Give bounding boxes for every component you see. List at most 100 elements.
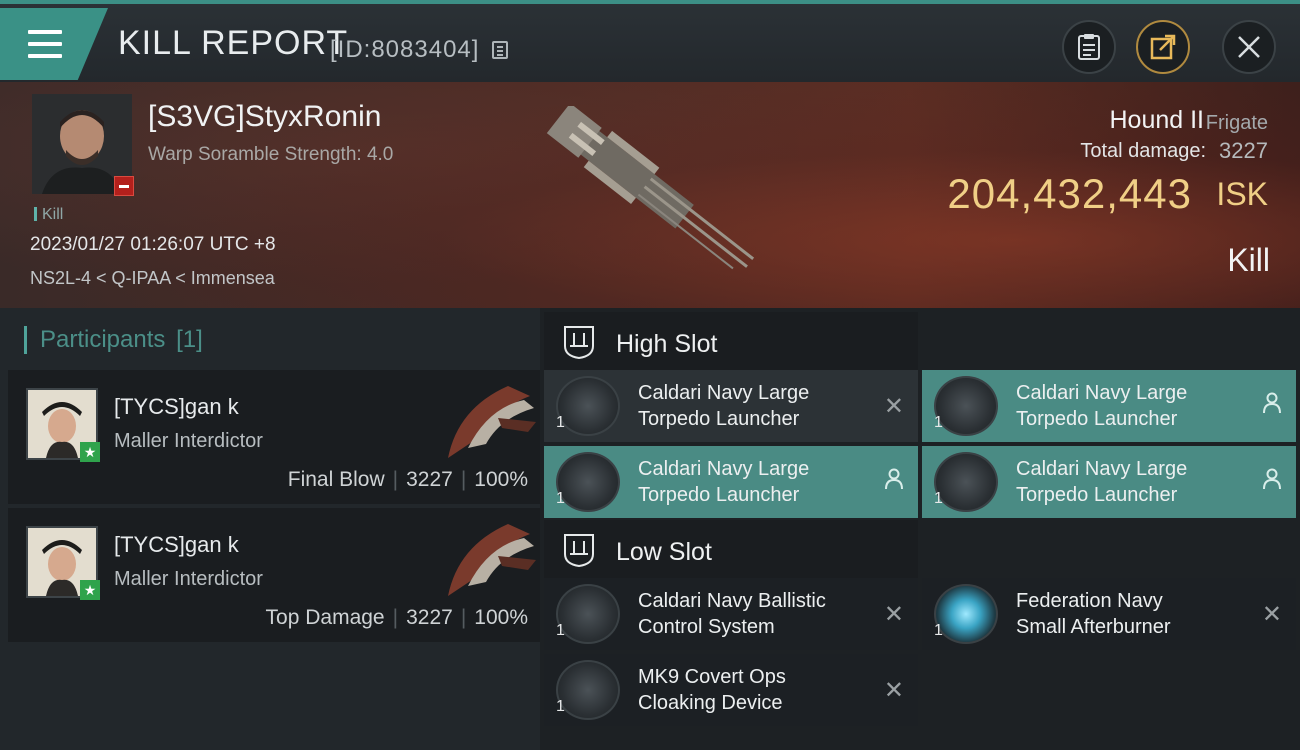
slot-item[interactable]: 1 MK9 Covert Ops Cloaking Device ✕ (544, 654, 918, 726)
item-quantity: 1 (934, 622, 943, 639)
item-name-line2: Torpedo Launcher (638, 484, 800, 506)
copy-icon[interactable] (492, 41, 508, 59)
item-quantity: 1 (556, 622, 565, 639)
separator: | (392, 468, 399, 491)
star-icon: ★ (80, 442, 100, 462)
isk-unit: ISK (1216, 176, 1268, 212)
participant-percent: 100% (474, 606, 528, 629)
total-damage-value: 3227 (1219, 138, 1268, 163)
dropped-icon (1263, 468, 1281, 490)
slot-item[interactable]: 1 Federation Navy Small Afterburner ✕ (922, 578, 1296, 650)
close-button[interactable] (1222, 20, 1276, 74)
participant-ship-image (448, 386, 536, 458)
destroyed-icon: ✕ (883, 393, 904, 420)
star-icon: ★ (80, 580, 100, 600)
item-name: Caldari Navy Large Torpedo Launcher (1016, 380, 1256, 432)
item-name: Federation Navy Small Afterburner (1016, 588, 1256, 640)
high-slot-icon (564, 326, 594, 360)
menu-icon-bar (28, 42, 62, 46)
participant-stats: Final Blow | 3227 | 100% (288, 468, 528, 492)
slot-item[interactable]: 1 Caldari Navy Large Torpedo Launcher ✕ (544, 370, 918, 442)
ballistic-control-icon (556, 584, 620, 644)
item-quantity: 1 (556, 490, 565, 507)
afterburner-icon (934, 584, 998, 644)
victim-ship-name[interactable]: Hound II (1109, 106, 1204, 135)
item-name-line1: Caldari Navy Large (1016, 382, 1188, 404)
participants-label: Participants (40, 326, 166, 353)
separator: | (460, 468, 467, 491)
high-slot-title: High Slot (616, 330, 718, 358)
torpedo-launcher-icon (934, 376, 998, 436)
destroyed-icon: ✕ (1261, 601, 1282, 628)
item-quantity: 1 (556, 414, 565, 431)
item-name: Caldari Navy Large Torpedo Launcher (1016, 456, 1256, 508)
torpedo-launcher-icon (934, 452, 998, 512)
item-name-line1: Caldari Navy Large (638, 458, 810, 480)
high-slot-header: High Slot (544, 312, 918, 372)
participant-role: Top Damage (265, 606, 385, 629)
dropped-icon (885, 468, 903, 490)
victim-ship-class: Frigate (1205, 112, 1268, 134)
item-name-line1: Caldari Navy Ballistic (638, 590, 826, 612)
victim-banner: [S3VG]StyxRonin Warp Soramble Strength: … (0, 82, 1300, 308)
item-name-line2: Small Afterburner (1016, 616, 1171, 638)
item-name: Caldari Navy Large Torpedo Launcher (638, 456, 878, 508)
victim-name[interactable]: [S3VG]StyxRonin (148, 100, 381, 134)
participants-panel: Participants [1] ★ [TYCS]gan k Maller In… (0, 308, 540, 750)
participant-role: Final Blow (287, 468, 385, 491)
fitting-panel: High Slot 1 Caldari Navy Large Torpedo L… (540, 308, 1300, 750)
item-name: MK9 Covert Ops Cloaking Device (638, 664, 878, 716)
item-name-line1: Caldari Navy Large (638, 382, 810, 404)
menu-icon-bar (28, 54, 62, 58)
destroyed-icon: ✕ (883, 677, 904, 704)
share-button[interactable] (1136, 20, 1190, 74)
menu-icon (28, 30, 62, 34)
item-name: Caldari Navy Large Torpedo Launcher (638, 380, 878, 432)
participant-card[interactable]: ★ [TYCS]gan k Maller Interdictor Top Dam… (8, 508, 540, 642)
participant-ship: Maller Interdictor (114, 430, 263, 452)
item-quantity: 1 (934, 490, 943, 507)
low-slot-icon (564, 534, 594, 568)
participant-ship-image (448, 524, 536, 596)
slot-item[interactable]: 1 Caldari Navy Large Torpedo Launcher (922, 370, 1296, 442)
slot-item[interactable]: 1 Caldari Navy Large Torpedo Launcher (922, 446, 1296, 518)
item-name-line2: Torpedo Launcher (1016, 484, 1178, 506)
isk-value: 204,432,443 (947, 170, 1192, 217)
participant-damage: 3227 (406, 468, 453, 491)
destroyed-icon: ✕ (883, 601, 904, 628)
torpedo-launcher-icon (556, 452, 620, 512)
clipboard-button[interactable] (1062, 20, 1116, 74)
report-id: [ID:8083404] (330, 36, 480, 63)
participant-ship: Maller Interdictor (114, 568, 263, 590)
item-name-line2: Control System (638, 616, 775, 638)
participant-name: [TYCS]gan k (114, 394, 239, 419)
item-name-line1: Caldari Navy Large (1016, 458, 1188, 480)
total-damage-label: Total damage: (1080, 140, 1206, 162)
item-name-line2: Cloaking Device (638, 692, 783, 714)
item-name-line1: Federation Navy (1016, 590, 1163, 612)
participant-percent: 100% (474, 468, 528, 491)
separator: | (392, 606, 399, 629)
item-name-line2: Torpedo Launcher (1016, 408, 1178, 430)
report-result: Kill (1227, 242, 1270, 278)
item-name-line2: Torpedo Launcher (638, 408, 800, 430)
torpedo-launcher-icon (556, 376, 620, 436)
menu-button[interactable] (0, 8, 108, 80)
slot-item[interactable]: 1 Caldari Navy Ballistic Control System … (544, 578, 918, 650)
participants-title: Participants [1] (24, 326, 203, 354)
item-name: Caldari Navy Ballistic Control System (638, 588, 878, 640)
item-name-line1: MK9 Covert Ops (638, 666, 786, 688)
close-icon (1238, 36, 1260, 58)
low-slot-header: Low Slot (544, 520, 918, 580)
slot-item[interactable]: 1 Caldari Navy Large Torpedo Launcher (544, 446, 918, 518)
participant-card[interactable]: ★ [TYCS]gan k Maller Interdictor Final B… (8, 370, 540, 504)
hostile-badge (114, 176, 134, 196)
header-bar: KILL REPORT [ID:8083404] (0, 0, 1300, 82)
share-icon (1150, 34, 1176, 60)
kill-time: 2023/01/27 01:26:07 UTC +8 (30, 234, 276, 255)
item-quantity: 1 (556, 698, 565, 715)
dropped-icon (1263, 392, 1281, 414)
low-slot-title: Low Slot (616, 538, 712, 566)
cloaking-device-icon (556, 660, 620, 720)
kill-location[interactable]: NS2L-4 < Q-IPAA < Immensea (30, 268, 275, 289)
